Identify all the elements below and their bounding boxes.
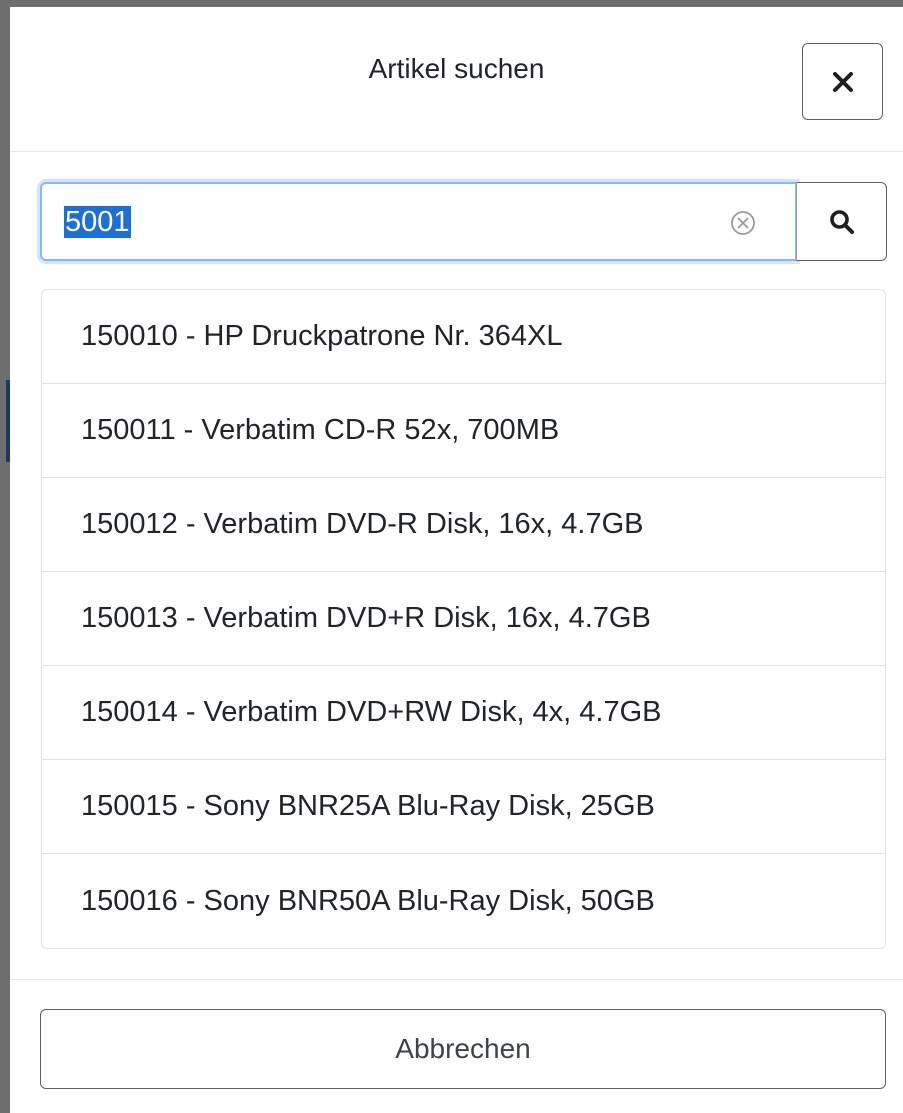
search-input[interactable]: 5001 xyxy=(40,182,797,261)
list-item[interactable]: 150014 - Verbatim DVD+RW Disk, 4x, 4.7GB xyxy=(42,666,885,760)
search-input-value: 5001 xyxy=(64,206,131,238)
list-item[interactable]: 150016 - Sony BNR50A Blu-Ray Disk, 50GB xyxy=(42,854,885,948)
list-item[interactable]: 150010 - HP Druckpatrone Nr. 364XL xyxy=(42,290,885,384)
dialog-header: Artikel suchen xyxy=(10,7,903,152)
search-row: 5001 xyxy=(40,182,887,261)
close-icon xyxy=(832,71,853,92)
list-item[interactable]: 150015 - Sony BNR25A Blu-Ray Disk, 25GB xyxy=(42,760,885,854)
window-frame-top xyxy=(0,0,903,7)
dialog-title: Artikel suchen xyxy=(368,53,545,84)
search-dialog: Artikel suchen 5001 150010 - HP Druckpat… xyxy=(10,7,903,1113)
list-item[interactable]: 150011 - Verbatim CD-R 52x, 700MB xyxy=(42,384,885,478)
cancel-button[interactable]: Abbrechen xyxy=(40,1009,886,1089)
results-list: 150010 - HP Druckpatrone Nr. 364XL 15001… xyxy=(41,289,886,949)
search-button[interactable] xyxy=(796,182,887,261)
search-input-text: 5001 xyxy=(64,200,131,244)
window-frame-left xyxy=(0,0,10,1113)
list-item[interactable]: 150012 - Verbatim DVD-R Disk, 16x, 4.7GB xyxy=(42,478,885,572)
close-button[interactable] xyxy=(802,43,883,120)
clear-circle-icon[interactable] xyxy=(729,209,757,237)
footer-divider xyxy=(10,979,903,980)
search-icon xyxy=(829,209,854,234)
page: Artikel suchen 5001 150010 - HP Druckpat… xyxy=(0,0,903,1113)
list-item[interactable]: 150013 - Verbatim DVD+R Disk, 16x, 4.7GB xyxy=(42,572,885,666)
